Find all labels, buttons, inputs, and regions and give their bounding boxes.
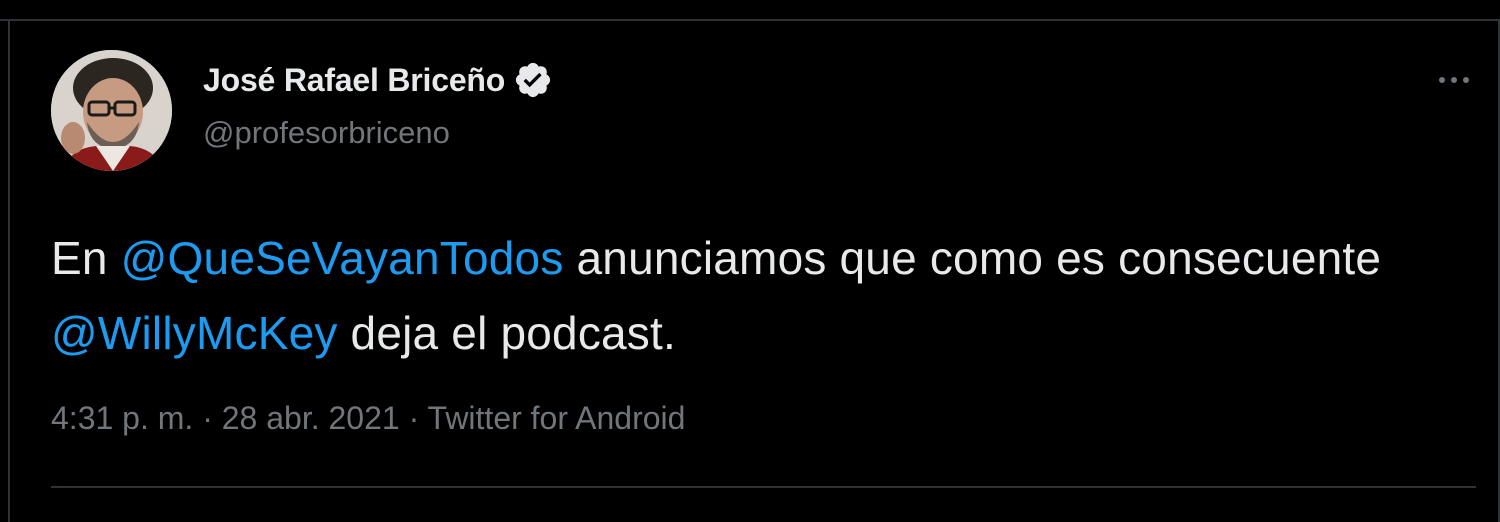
meta-separator: · <box>202 400 213 436</box>
top-divider <box>0 19 1500 21</box>
verified-badge-icon <box>513 60 553 100</box>
avatar[interactable] <box>51 50 172 171</box>
avatar-image <box>51 50 172 171</box>
tweet-card: José Rafael Briceño @profesorbriceno En … <box>0 0 1500 522</box>
tweet-text-segment: En <box>51 232 121 284</box>
tweet-date[interactable]: 28 abr. 2021 <box>222 400 400 436</box>
tweet-time[interactable]: 4:31 p. m. <box>51 400 193 436</box>
meta-separator: · <box>408 400 420 436</box>
more-dot <box>1463 77 1469 83</box>
bottom-divider <box>51 486 1476 488</box>
tweet-source[interactable]: Twitter for Android <box>428 400 686 436</box>
tweet-text-segment: anunciamos que como es consecuente <box>563 232 1382 284</box>
tweet-text: En @QueSeVayanTodos anunciamos que como … <box>51 221 1431 371</box>
more-horizontal-icon <box>1439 77 1445 83</box>
author-handle[interactable]: @profesorbriceno <box>203 115 450 151</box>
left-divider <box>8 20 10 522</box>
author-display-name[interactable]: José Rafael Briceño <box>203 62 505 99</box>
more-dot <box>1451 77 1457 83</box>
tweet-metadata: 4:31 p. m. · 28 abr. 2021 · Twitter for … <box>51 400 685 437</box>
mention-link[interactable]: @WillyMcKey <box>51 307 338 359</box>
mention-link[interactable]: @QueSeVayanTodos <box>121 232 564 284</box>
more-options-button[interactable] <box>1428 62 1480 98</box>
tweet-text-segment: deja el podcast. <box>337 307 676 359</box>
author-header[interactable]: José Rafael Briceño <box>203 60 553 100</box>
